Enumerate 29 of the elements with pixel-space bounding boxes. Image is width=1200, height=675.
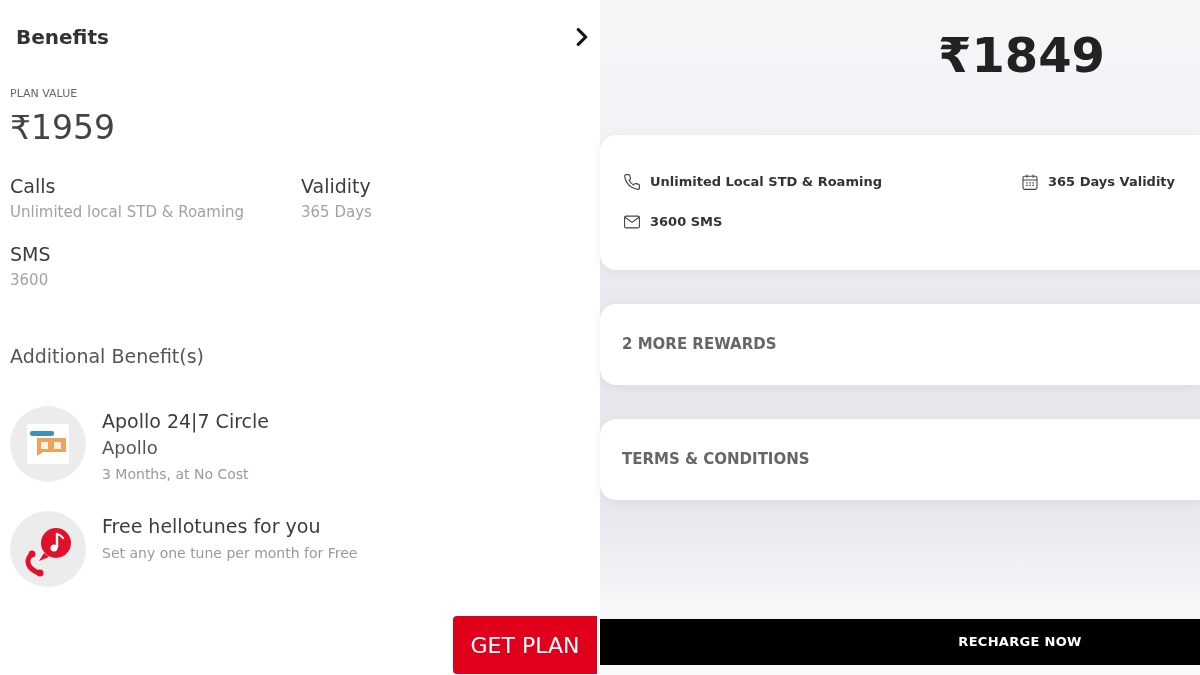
- benefit-provider: Apollo: [102, 437, 158, 459]
- benefit-title: Apollo 24|7 Circle: [102, 409, 269, 433]
- mail-icon: [624, 214, 640, 230]
- benefit-note: 3 Months, at No Cost: [102, 465, 249, 483]
- expandable-section[interactable]: 2 MORE REWARDS: [600, 304, 1200, 385]
- plan-price: ₹1849: [938, 27, 1105, 83]
- feature-label: Calls: [10, 174, 56, 198]
- plan-value-amount: ₹1959: [10, 108, 115, 147]
- benefit-note: Set any one tune per month for Free: [102, 544, 358, 562]
- feature-label: SMS: [10, 242, 51, 266]
- feature-value: 3600: [10, 270, 49, 290]
- music-call-icon: [10, 511, 86, 587]
- feature-text: 3600 SMS: [650, 213, 723, 231]
- expandable-section[interactable]: TERMS & CONDITIONS: [600, 419, 1200, 500]
- feature-text: Unlimited Local STD & Roaming: [650, 173, 882, 191]
- logo-icon: [10, 406, 86, 482]
- phone-icon: [624, 174, 640, 190]
- panel-title: Benefits: [16, 24, 109, 51]
- feature-value: Unlimited local STD & Roaming: [10, 202, 245, 222]
- get-plan-button[interactable]: GET PLAN: [453, 616, 597, 674]
- feature-label: Validity: [301, 174, 371, 198]
- feature-value: 365 Days: [301, 202, 372, 222]
- plan-value-label: PLAN VALUE: [10, 87, 78, 100]
- section-heading: Additional Benefit(s): [10, 345, 205, 367]
- calendar-icon: [1022, 174, 1038, 190]
- recharge-now-button[interactable]: RECHARGE NOW: [600, 619, 1200, 665]
- chevron-right-icon[interactable]: [576, 28, 588, 46]
- benefit-title: Free hellotunes for you: [102, 514, 321, 538]
- feature-text: 365 Days Validity: [1048, 173, 1176, 191]
